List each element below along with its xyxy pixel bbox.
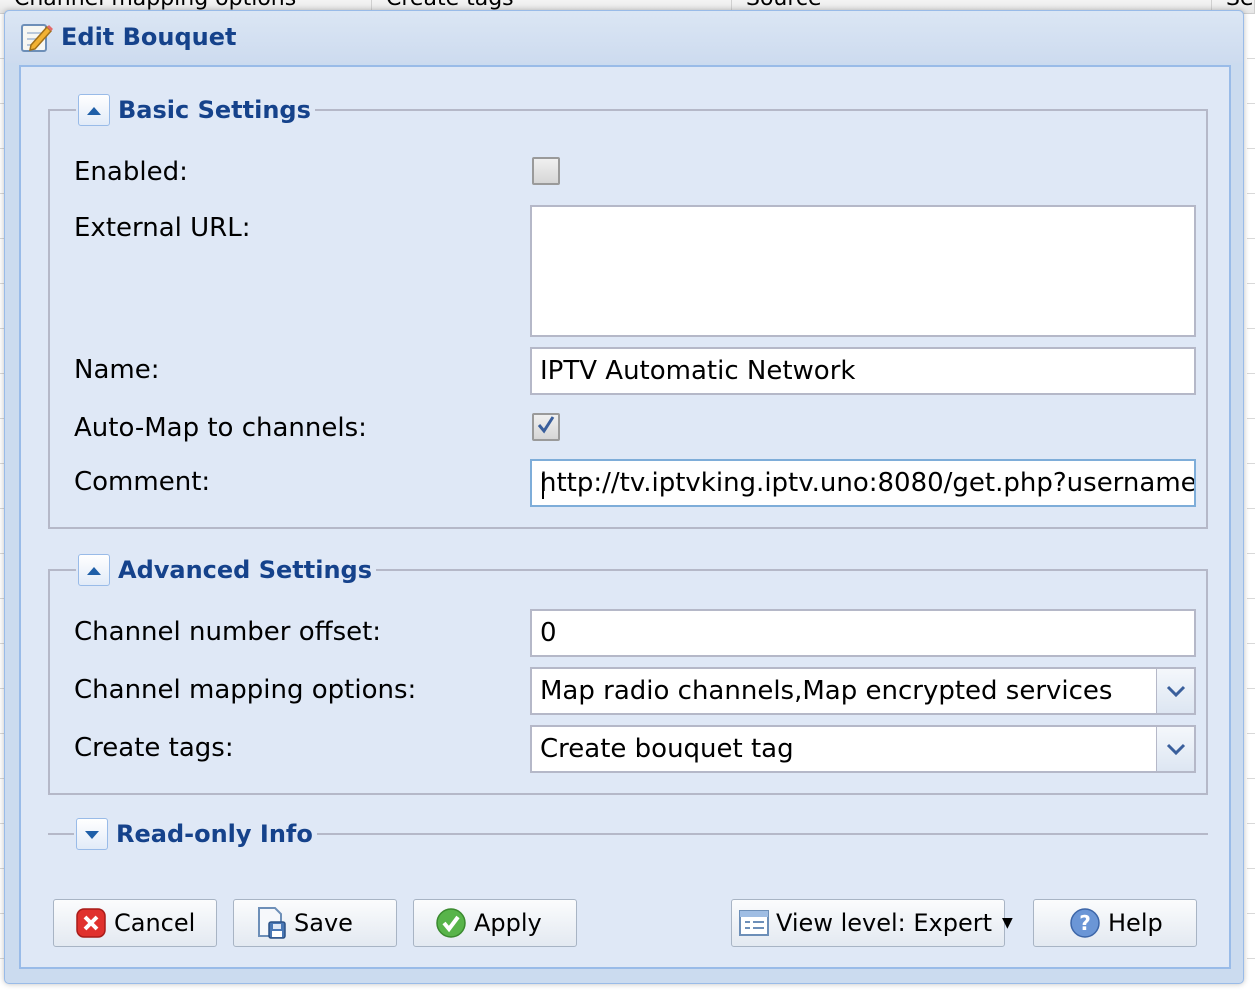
cancel-button[interactable]: Cancel (53, 899, 217, 947)
chevron-up-icon (86, 101, 102, 120)
chevron-down-icon (84, 825, 100, 844)
advanced-settings-fieldset: Advanced Settings Channel number offset:… (48, 549, 1208, 795)
channel-mapping-options-combo[interactable]: Map radio channels,Map encrypted service… (530, 667, 1196, 715)
check-circle-icon (434, 906, 468, 940)
enabled-label: Enabled: (74, 157, 188, 187)
comment-label: Comment: (74, 467, 211, 497)
dialog-body: Basic Settings Enabled: External URL: Na… (19, 65, 1231, 969)
auto-map-label: Auto-Map to channels: (74, 413, 367, 443)
list-view-icon (738, 906, 770, 940)
edit-bouquet-dialog: Edit Bouquet Basic Settings Enabled: Ext… (4, 10, 1244, 984)
readonly-info-legend: Read-only Info (74, 813, 317, 855)
create-tags-value: Create bouquet tag (540, 734, 794, 764)
save-icon (254, 906, 288, 940)
dropdown-trigger[interactable] (1156, 669, 1194, 713)
text-caret (542, 473, 544, 499)
readonly-info-fieldset: Read-only Info (48, 813, 1208, 855)
create-tags-combo[interactable]: Create bouquet tag (530, 725, 1196, 773)
chevron-down-icon (1166, 682, 1186, 701)
edit-pencil-icon (19, 21, 53, 53)
help-label: Help (1108, 909, 1163, 937)
caret-down-icon: ▼ (1002, 915, 1013, 931)
comment-value: http://tv.iptvking.iptv.uno:8080/get.php… (540, 468, 1196, 498)
enabled-checkbox[interactable] (532, 157, 560, 185)
basic-settings-legend: Basic Settings (76, 89, 315, 131)
help-button[interactable]: ? Help (1033, 899, 1197, 947)
advanced-settings-legend: Advanced Settings (76, 549, 377, 591)
collapse-toggle-button[interactable] (78, 554, 110, 586)
help-icon: ? (1068, 906, 1102, 940)
background-grid-rows-right (1247, 14, 1255, 996)
readonly-info-title: Read-only Info (116, 820, 313, 848)
dialog-title: Edit Bouquet (61, 23, 237, 51)
channel-mapping-options-label: Channel mapping options: (74, 675, 417, 705)
collapse-toggle-button[interactable] (78, 94, 110, 126)
cancel-icon (74, 906, 108, 940)
comment-input[interactable]: http://tv.iptvking.iptv.uno:8080/get.php… (530, 459, 1196, 507)
apply-button[interactable]: Apply (413, 899, 577, 947)
external-url-label: External URL: (74, 213, 251, 243)
channel-mapping-options-value: Map radio channels,Map encrypted service… (540, 676, 1113, 706)
chevron-up-icon (86, 561, 102, 580)
expand-toggle-button[interactable] (76, 818, 108, 850)
channel-number-offset-label: Channel number offset: (74, 617, 382, 647)
basic-settings-fieldset: Basic Settings Enabled: External URL: Na… (48, 89, 1208, 529)
svg-text:?: ? (1079, 911, 1091, 935)
view-level-button[interactable]: View level: Expert ▼ (731, 899, 1013, 947)
dropdown-trigger[interactable] (1156, 727, 1194, 771)
cancel-label: Cancel (114, 909, 196, 937)
auto-map-checkbox[interactable] (532, 413, 560, 441)
view-level-label: View level: Expert (776, 909, 993, 937)
channel-number-offset-input[interactable]: 0 (530, 609, 1196, 657)
advanced-settings-title: Advanced Settings (118, 556, 373, 584)
basic-settings-title: Basic Settings (118, 96, 311, 124)
apply-label: Apply (474, 909, 542, 937)
external-url-textarea[interactable] (530, 205, 1196, 337)
create-tags-label: Create tags: (74, 733, 234, 763)
save-label: Save (294, 909, 353, 937)
name-input[interactable]: IPTV Automatic Network (530, 347, 1196, 395)
chevron-down-icon (1166, 740, 1186, 759)
dialog-header[interactable]: Edit Bouquet (5, 11, 1243, 63)
name-label: Name: (74, 355, 160, 385)
checkmark-icon (535, 414, 557, 440)
save-button[interactable]: Save (233, 899, 397, 947)
